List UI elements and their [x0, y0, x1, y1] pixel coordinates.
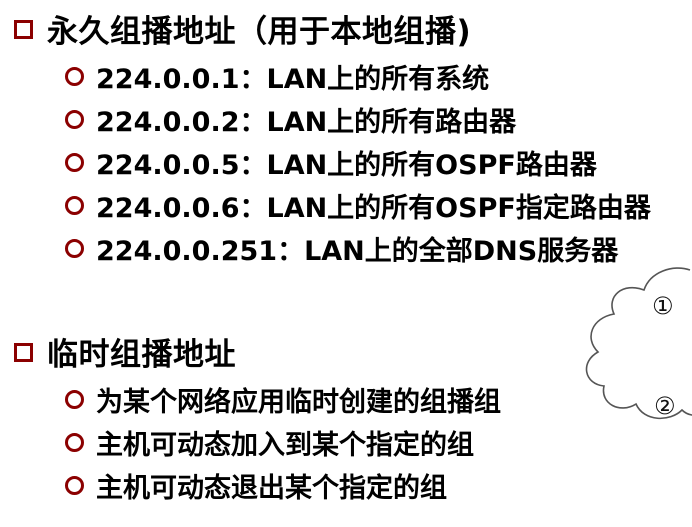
ring-bullet-icon: [65, 432, 84, 452]
section-heading-permanent: 永久组播地址（用于本地组播): [14, 4, 471, 52]
list-item: 224.0.0.2：LAN上的所有路由器: [65, 97, 516, 141]
list-item-text: 为某个网络应用临时创建的组播组: [96, 386, 501, 418]
list-item: 224.0.0.1：LAN上的所有系统: [65, 54, 489, 98]
section-title: 临时组播地址: [47, 336, 236, 373]
ring-bullet-icon: [65, 109, 84, 129]
ring-bullet-icon: [65, 238, 84, 258]
ring-bullet-icon: [65, 195, 84, 215]
list-item-text: 主机可动态退出某个指定的组: [96, 472, 447, 504]
ring-bullet-icon: [65, 475, 84, 495]
ring-bullet-icon: [65, 152, 84, 172]
square-bullet-icon: [14, 19, 33, 39]
list-item: 主机可动态退出某个指定的组: [65, 463, 447, 507]
circled-number-2: ②: [654, 392, 676, 420]
list-item: 为某个网络应用临时创建的组播组: [65, 377, 501, 421]
section-title: 永久组播地址（用于本地组播): [47, 13, 472, 50]
list-item-text: 主机可动态加入到某个指定的组: [96, 429, 474, 461]
list-item-text: 224.0.0.5：LAN上的所有OSPF路由器: [96, 149, 597, 181]
list-item-text: 224.0.0.251：LAN上的全部DNS服务器: [96, 235, 619, 267]
cloud-outline: [585, 267, 692, 420]
list-item-text: 224.0.0.6：LAN上的所有OSPF指定路由器: [96, 192, 651, 224]
circled-number-1: ①: [652, 292, 674, 320]
section-heading-temporary: 临时组播地址: [14, 327, 236, 375]
list-item: 主机可动态加入到某个指定的组: [65, 420, 474, 464]
ring-bullet-icon: [65, 66, 84, 86]
ring-bullet-icon: [65, 389, 84, 409]
list-item-text: 224.0.0.1：LAN上的所有系统: [96, 63, 490, 95]
list-item: 224.0.0.6：LAN上的所有OSPF指定路由器: [65, 183, 651, 227]
list-item: 224.0.0.5：LAN上的所有OSPF路由器: [65, 140, 597, 184]
square-bullet-icon: [14, 342, 33, 362]
list-item-text: 224.0.0.2：LAN上的所有路由器: [96, 106, 517, 138]
list-item: 224.0.0.251：LAN上的全部DNS服务器: [65, 226, 618, 270]
cloud-icon: ① ②: [585, 267, 692, 420]
